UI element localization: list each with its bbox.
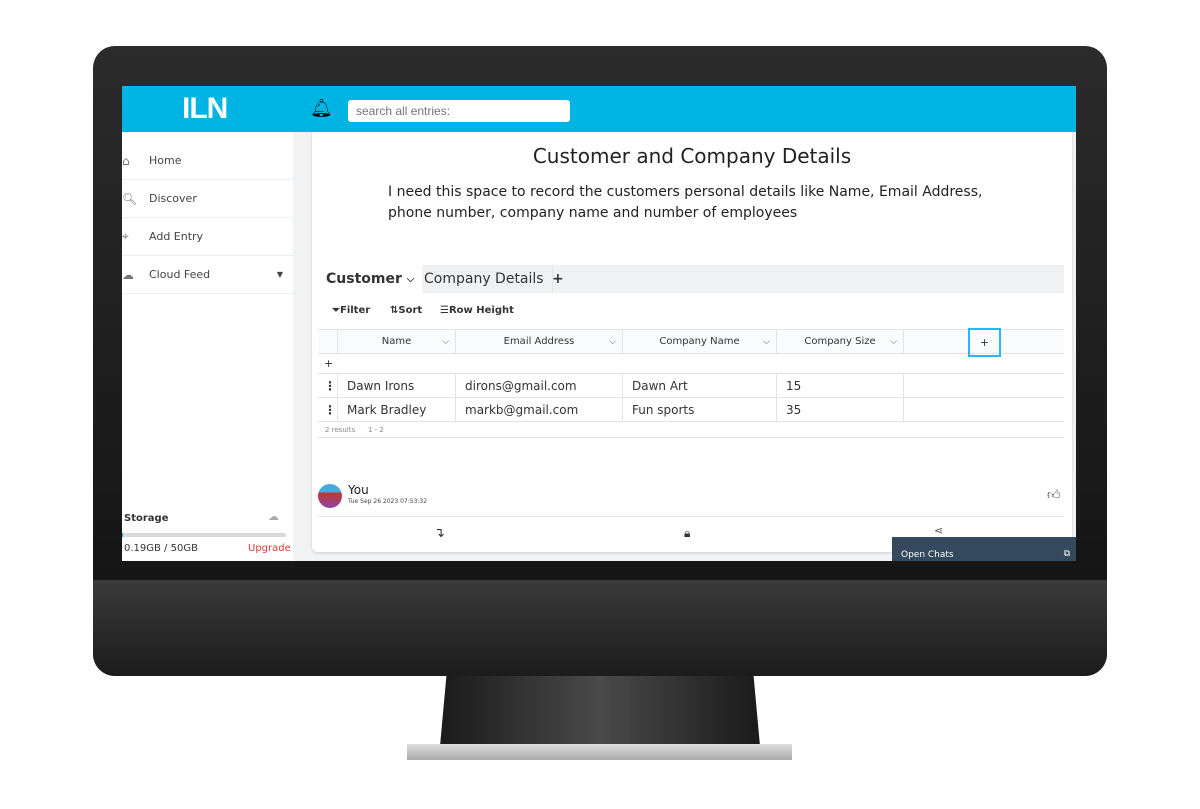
tab-company-details[interactable]: Company Details bbox=[416, 265, 553, 293]
sidebar-item-add-entry[interactable]: ⌖ Add Entry bbox=[122, 218, 293, 256]
cell-name[interactable]: Dawn Irons bbox=[338, 374, 456, 398]
storage-bar bbox=[122, 533, 286, 537]
table-row[interactable]: ⋮ Dawn Irons dirons@gmail.com Dawn Art 1… bbox=[318, 374, 1064, 398]
chevron-down-icon[interactable]: ⌵ bbox=[442, 337, 449, 347]
open-chats-bar[interactable]: Open Chats ⧉ bbox=[892, 537, 1076, 561]
table-footer: 2 results 1 - 2 bbox=[318, 422, 1064, 438]
cell-email[interactable]: markb@gmail.com bbox=[456, 398, 623, 422]
monitor-chin bbox=[93, 580, 1107, 676]
chevron-down-icon[interactable]: ⌵ bbox=[890, 337, 897, 347]
bell-icon[interactable]: 🔔︎ bbox=[310, 98, 333, 119]
row-height-button[interactable]: ☰Row Height bbox=[440, 305, 514, 316]
add-row-button[interactable]: + bbox=[318, 354, 1064, 374]
chevron-down-icon[interactable]: ⌵ bbox=[609, 337, 616, 347]
sidebar-item-cloud-feed[interactable]: ☁︎ Cloud Feed ▼ bbox=[122, 256, 293, 294]
table-toolbar: ⏷Filter ⇅Sort ☰Row Height bbox=[318, 293, 1064, 329]
entry-title: Customer and Company Details bbox=[532, 144, 852, 168]
filter-button[interactable]: ⏷Filter bbox=[332, 305, 370, 316]
filter-icon: ⏷ bbox=[332, 305, 340, 316]
tab-customer[interactable]: Customer ⌵ bbox=[318, 265, 423, 293]
home-icon: ⌂ bbox=[122, 153, 130, 168]
cell-company-name[interactable]: Dawn Art bbox=[623, 374, 777, 398]
divider bbox=[318, 516, 1064, 517]
lock-icon[interactable]: 🔒︎ bbox=[684, 526, 690, 541]
avatar[interactable] bbox=[318, 484, 342, 508]
column-header-email[interactable]: Email Address ⌵ bbox=[456, 329, 623, 354]
table-tabs: Customer ⌵ Company Details + bbox=[318, 265, 1064, 293]
column-header-company-name[interactable]: Company Name ⌵ bbox=[623, 329, 777, 354]
storage-label: Storage bbox=[124, 513, 169, 524]
cloud-icon: ☁︎ bbox=[122, 267, 134, 282]
entry-card: Customer and Company Details I need this… bbox=[312, 132, 1072, 552]
header-spacer bbox=[318, 329, 338, 354]
crosshair-icon: ⌖ bbox=[122, 229, 129, 243]
author-name[interactable]: You bbox=[348, 483, 369, 497]
add-column-button[interactable]: + bbox=[968, 328, 1001, 357]
share-icon[interactable]: ⋖ bbox=[934, 524, 943, 537]
results-count: 2 results bbox=[325, 426, 356, 434]
thumbs-up-icon[interactable]: 👍︎ bbox=[1047, 488, 1061, 503]
table-row[interactable]: ⋮ Mark Bradley markb@gmail.com Fun sport… bbox=[318, 398, 1064, 422]
logo[interactable]: ILN bbox=[182, 92, 228, 126]
row-height-icon: ☰ bbox=[440, 305, 449, 316]
sidebar: ⌂ Home 🔍︎ Discover ⌖ Add Entry ☁︎ Cloud Feed… bbox=[122, 132, 293, 561]
cell-email[interactable]: dirons@gmail.com bbox=[456, 374, 623, 398]
app-header: ILN 🔔︎ bbox=[122, 86, 1076, 132]
row-menu-icon[interactable]: ⋮ bbox=[318, 398, 338, 422]
upgrade-link[interactable]: Upgrade bbox=[248, 542, 291, 556]
search-input[interactable] bbox=[348, 100, 570, 122]
results-range: 1 - 2 bbox=[368, 426, 384, 434]
entry-description: I need this space to record the customer… bbox=[388, 184, 983, 221]
sidebar-item-discover[interactable]: 🔍︎ Discover bbox=[122, 180, 293, 218]
column-header-name[interactable]: Name ⌵ bbox=[338, 329, 456, 354]
open-chats-label: Open Chats bbox=[901, 550, 954, 560]
sidebar-item-label: Cloud Feed bbox=[149, 268, 211, 281]
cell-name[interactable]: Mark Bradley bbox=[338, 398, 456, 422]
search-icon: 🔍︎ bbox=[122, 191, 138, 206]
screen: ILN 🔔︎ ⌂ Home 🔍︎ Discover ⌖ Add Entry ☁︎ Clo… bbox=[122, 86, 1076, 561]
chevron-down-icon[interactable]: ⌵ bbox=[763, 337, 770, 347]
chevron-down-icon: ⌵ bbox=[406, 273, 415, 285]
row-menu-icon[interactable]: ⋮ bbox=[318, 374, 338, 398]
tab-label: Customer bbox=[326, 271, 402, 287]
sidebar-item-label: Home bbox=[149, 154, 182, 167]
cell-company-name[interactable]: Fun sports bbox=[623, 398, 777, 422]
sidebar-item-label: Discover bbox=[149, 192, 197, 205]
arrow-down-icon[interactable]: ↴ bbox=[434, 526, 445, 541]
storage-used: 0.19GB / 50GB bbox=[124, 543, 198, 554]
expand-icon[interactable]: ⧉ bbox=[1064, 549, 1070, 559]
sidebar-item-home[interactable]: ⌂ Home bbox=[122, 142, 293, 180]
add-tab-button[interactable]: + bbox=[544, 265, 572, 293]
entry-date: Tue Sep 26 2023 07:53:32 bbox=[348, 498, 428, 505]
caret-down-icon[interactable]: ▼ bbox=[277, 270, 283, 279]
sort-button[interactable]: ⇅Sort bbox=[390, 305, 422, 316]
cloud-upload-icon: ☁︎ bbox=[268, 510, 279, 523]
column-header-company-size[interactable]: Company Size ⌵ bbox=[777, 329, 904, 354]
sidebar-item-label: Add Entry bbox=[149, 230, 204, 243]
cell-company-size[interactable]: 35 bbox=[777, 398, 904, 422]
monitor-base bbox=[407, 744, 792, 760]
monitor-stand bbox=[440, 676, 760, 746]
cell-company-size[interactable]: 15 bbox=[777, 374, 904, 398]
